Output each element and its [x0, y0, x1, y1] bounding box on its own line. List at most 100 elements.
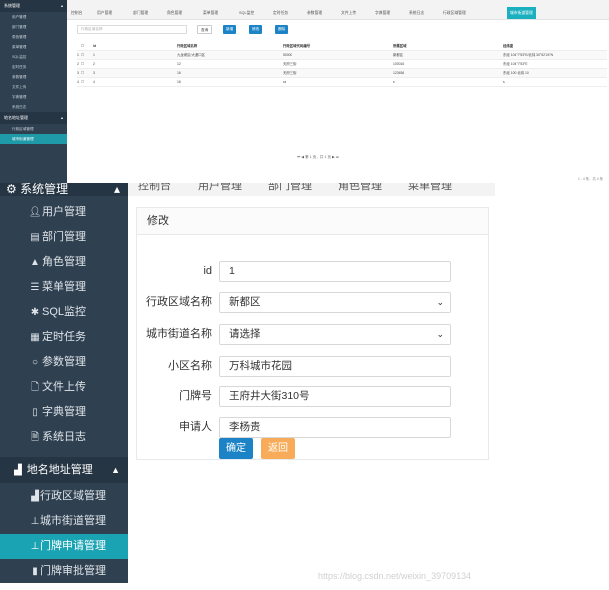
top-screenshot: 系统管理 ▴ 用户管理 部门管理 角色管理 菜单管理 SQL监控 定时任务 参数管… [0, 0, 609, 183]
table-cell: 3 [93, 71, 95, 75]
bottom-tab-bar: 控制台 用户管理 部门管理 角色管理 菜单管理 [128, 183, 495, 196]
sidebar-item-label: 菜单管理 [42, 281, 86, 293]
top-tab[interactable]: 定时任务 [273, 7, 288, 19]
last-page-icon[interactable]: ⏭ [336, 155, 339, 159]
checkbox-icon[interactable]: ☐ [81, 51, 84, 60]
top-sidebar-item[interactable]: 部门管理 [0, 22, 67, 32]
table-row[interactable]: 4 ☐ 4 16 ss s s [77, 78, 607, 87]
top-tab[interactable]: 角色管理 [167, 7, 182, 19]
tab[interactable]: 控制台 [138, 183, 171, 193]
confirm-button[interactable]: 确定 [219, 438, 253, 459]
top-sidebar-item[interactable]: 角色管理 [0, 32, 67, 42]
sidebar-item-role[interactable]: ▲ 角色管理 [0, 250, 128, 275]
checkbox-icon[interactable]: ☐ [81, 69, 84, 78]
top-sidebar-item[interactable]: SQL监控 [0, 52, 67, 62]
bottom-sidebar: ⚙ 系统管理 ▴ 👤︎ 用户管理 ▤ 部门管理 ▲ 角色管理 ☰ 菜单管理 ✱ SQL监控… [0, 183, 128, 583]
sidebar-item-log[interactable]: 🗎︎ 系统日志 [0, 425, 128, 450]
sidebar-item-param[interactable]: ○ 参数管理 [0, 350, 128, 375]
community-field[interactable]: 万科城市花园 [219, 356, 451, 377]
top-tab[interactable]: 系统日志 [409, 7, 424, 19]
building-icon: ▤ [30, 232, 40, 243]
sidebar-geo-group[interactable]: ▟ 地名地址管理 ▲ [0, 457, 128, 483]
top-sidebar-item[interactable]: 参数管理 [0, 72, 67, 82]
back-button[interactable]: 返回 [261, 438, 295, 459]
top-tab[interactable]: SQL监控 [239, 7, 254, 19]
checkbox-icon[interactable]: ☐ [81, 78, 84, 87]
top-sidebar-item[interactable]: 字典管理 [0, 92, 67, 102]
top-sidebar-system-group[interactable]: 系统管理 ▴ [0, 0, 67, 12]
table-cell: 16 [177, 80, 181, 84]
district-select[interactable]: 新都区 ⌄ [219, 292, 451, 313]
sidebar-item-door-approve[interactable]: ▮ 门牌审批管理 [0, 559, 128, 583]
sidebar-item-dict[interactable]: ▯ 字典管理 [0, 400, 128, 425]
table-row[interactable]: 1 ☐ 1 九龙坡区/大渡口区 50000 新都区 东经 104°7′53″E/… [77, 51, 607, 60]
row-number: 4 [77, 80, 79, 84]
circle-icon: ○ [31, 357, 39, 368]
sidebar-item-upload[interactable]: 🗋︎ 文件上传 [0, 375, 128, 400]
street-select[interactable]: 请选择 ⌄ [219, 324, 451, 345]
id-field[interactable]: 1 [219, 261, 451, 282]
tab[interactable]: 部门管理 [268, 183, 312, 193]
top-tab[interactable]: 字典管理 [375, 7, 390, 19]
top-sidebar-item[interactable]: 菜单管理 [0, 42, 67, 52]
checkbox-icon[interactable]: ☐ [81, 42, 84, 51]
door-no-field[interactable]: 王府井大街310号 [219, 386, 451, 407]
top-tab[interactable]: 控制台 [71, 7, 82, 19]
first-page-icon[interactable]: ⏮ [297, 155, 300, 159]
gear-icon: ⚙ [6, 183, 17, 196]
area-chart-icon: ▟ [14, 465, 22, 476]
top-search-input[interactable]: 行政区域名称 [77, 25, 187, 34]
top-sidebar-item[interactable]: 定时任务 [0, 62, 67, 72]
sidebar-item-dept[interactable]: ▤ 部门管理 [0, 225, 128, 250]
tab[interactable]: 角色管理 [338, 183, 382, 193]
sidebar-item-label: 城市街道管理 [40, 515, 106, 527]
top-sidebar-geo-item-active[interactable]: 城市街道管理 [0, 134, 67, 144]
checkbox-icon[interactable]: ☐ [81, 60, 84, 69]
table-cell: s [393, 80, 395, 84]
top-tab[interactable]: 部门管理 [133, 7, 148, 19]
sidebar-item-sql[interactable]: ✱ SQL监控 [0, 300, 128, 325]
sidebar-geo-label: 地名地址管理 [26, 464, 93, 476]
top-tab[interactable]: 行政区域管理 [443, 7, 466, 19]
prev-page-icon[interactable]: ◀ [301, 155, 304, 159]
next-page-icon[interactable]: ▶ [332, 155, 335, 159]
sidebar-system-group[interactable]: ⚙ 系统管理 ▴ [0, 183, 128, 196]
top-tab-active[interactable]: 城市街道管理 [507, 7, 536, 19]
top-tab[interactable]: 文件上传 [341, 7, 356, 19]
sidebar-item-user[interactable]: 👤︎ 用户管理 [0, 200, 128, 225]
top-tab[interactable]: 用户管理 [97, 7, 112, 19]
top-tab[interactable]: 菜单管理 [203, 7, 218, 19]
applicant-field[interactable]: 李杨贵 [219, 417, 451, 438]
tab[interactable]: 菜单管理 [408, 183, 452, 193]
top-add-button[interactable]: 新增 [223, 25, 237, 34]
top-sidebar-geo-item[interactable]: 行政区域管理 [0, 124, 67, 134]
tab[interactable]: 用户管理 [198, 183, 242, 193]
door-no-label: 门牌号 [179, 390, 212, 402]
top-edit-button[interactable]: 修改 [249, 25, 263, 34]
edit-panel: 修改 id 1 行政区域名称 新都区 ⌄ 城市街道名称 请选择 ⌄ 小区名称 万… [136, 207, 489, 460]
book-icon: ▯ [32, 407, 38, 418]
top-query-button[interactable]: 查询 [197, 25, 213, 34]
applicant-label: 申请人 [179, 421, 212, 433]
sidebar-item-menu[interactable]: ☰ 菜单管理 [0, 275, 128, 300]
sidebar-item-label: 部门管理 [42, 231, 86, 243]
top-sidebar-item[interactable]: 用户管理 [0, 12, 67, 22]
file-upload-icon: 🗋︎ [30, 382, 40, 393]
list-icon: ☰ [30, 282, 40, 293]
top-sidebar-item[interactable]: 系统日志 [0, 102, 67, 112]
top-delete-button[interactable]: 删除 [275, 25, 289, 34]
street-label: 城市街道名称 [146, 328, 212, 340]
table-row[interactable]: 3 ☐ 3 16 天府三街 123456 东经 100 北纬 10 [77, 69, 607, 78]
top-sidebar-geo-group[interactable]: 地名地址管理 ▴ [0, 112, 67, 124]
top-tab[interactable]: 参数管理 [307, 7, 322, 19]
sidebar-item-district[interactable]: ▟ 行政区域管理 [0, 484, 128, 509]
sidebar-item-street[interactable]: ⊥ 城市街道管理 [0, 509, 128, 534]
sidebar-item-door-apply[interactable]: ⊥ 门牌申请管理 [0, 534, 128, 559]
table-cell: 12 [177, 62, 181, 66]
user-icon: 👤︎ [28, 207, 42, 218]
top-sidebar-item[interactable]: 文件上传 [0, 82, 67, 92]
sidebar-item-task[interactable]: ▦ 定时任务 [0, 325, 128, 350]
sidebar-item-label: 角色管理 [42, 256, 86, 268]
table-row[interactable]: 2 ☐ 2 12 天府三街 100016 东经 104°7′53″E [77, 60, 607, 69]
area-chart-icon: ▟ [31, 491, 39, 502]
